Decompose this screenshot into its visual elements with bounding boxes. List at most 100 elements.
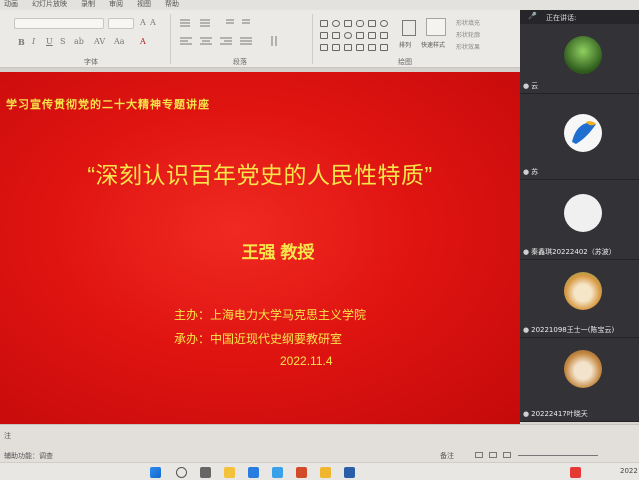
- task-view-icon[interactable]: [200, 467, 211, 478]
- underline-button[interactable]: U: [46, 37, 53, 46]
- action-shape-icon[interactable]: [356, 44, 364, 51]
- divider: [312, 14, 313, 64]
- slide-speaker: 王强 教授: [241, 243, 315, 262]
- sketch-avatar: [564, 194, 602, 232]
- taskbar: 2022: [0, 462, 639, 480]
- quick-styles-button[interactable]: 快速样式: [421, 40, 445, 49]
- participant-name: ● 20221098王士一(陈宝云): [523, 326, 615, 334]
- slide-canvas[interactable]: 学习宣传贯彻党的二十大精神专题讲座 “深刻认识百年党史的人民性特质” 王强 教授…: [0, 72, 520, 424]
- rounded-rect-shape-icon[interactable]: [356, 20, 364, 27]
- divider: [170, 14, 171, 64]
- participant-name: ● 秦鑫琪20222402（苏波）: [523, 248, 616, 256]
- clock-date[interactable]: 2022: [620, 467, 638, 475]
- tab-slideshow[interactable]: 幻灯片放映: [32, 0, 67, 10]
- mic-icon: ●: [523, 82, 530, 90]
- app-logo-icon: [572, 121, 596, 144]
- search-icon[interactable]: [176, 467, 187, 478]
- tab-help[interactable]: 帮助: [165, 0, 179, 10]
- meeting-app-icon[interactable]: [272, 467, 283, 478]
- notes-button[interactable]: 备注: [440, 451, 454, 461]
- shape-outline-button[interactable]: 形状轮廓: [456, 30, 480, 39]
- line-shape-icon[interactable]: [332, 32, 340, 39]
- input-method-icon[interactable]: [570, 467, 581, 478]
- start-icon[interactable]: [150, 467, 161, 478]
- brace-shape-icon[interactable]: [356, 32, 364, 39]
- char-spacing-button[interactable]: AV: [94, 37, 105, 46]
- mic-icon: 🎤: [528, 12, 537, 20]
- callout-shape-icon[interactable]: [320, 44, 328, 51]
- participant-tile[interactable]: ● 云: [520, 24, 639, 94]
- reading-view-icon[interactable]: [503, 452, 511, 458]
- triangle-shape-icon[interactable]: [368, 20, 376, 27]
- font-color-button[interactable]: A: [140, 37, 146, 46]
- slide-cohost-line: 承办：中国近现代史纲要教研室: [174, 332, 343, 346]
- participant-tile[interactable]: ● 20221098王士一(陈宝云): [520, 260, 639, 338]
- forest-avatar: [564, 36, 602, 74]
- quick-styles-icon[interactable]: [426, 18, 446, 36]
- star-shape-icon[interactable]: [368, 32, 376, 39]
- participant-name: ● 20222417叶晓天: [523, 410, 588, 418]
- font-group-label: 字体: [84, 58, 98, 66]
- flowchart-shape-icon[interactable]: [332, 44, 340, 51]
- italic-button[interactable]: I: [32, 37, 35, 46]
- tab-review[interactable]: 审阅: [109, 0, 123, 10]
- change-case-button[interactable]: Aa: [114, 37, 125, 46]
- bold-button[interactable]: B: [18, 37, 25, 47]
- edge-icon[interactable]: [248, 467, 259, 478]
- shadow-button[interactable]: S: [60, 37, 65, 46]
- misc-shape-icon[interactable]: [368, 44, 376, 51]
- dog2-avatar: [564, 350, 602, 388]
- meeting-participant-panel: 🎤 正在讲话: ● 云 ● 苏 ● 秦鑫琪20222402（苏波） ● 20221098…: [520, 10, 639, 422]
- participant-name: ● 云: [523, 82, 539, 90]
- arrange-button[interactable]: 排列: [399, 40, 411, 49]
- participant-tile[interactable]: ● 苏: [520, 94, 639, 180]
- tab-record[interactable]: 录制: [81, 0, 95, 10]
- accessibility-status[interactable]: 辅助功能：调查: [4, 451, 53, 461]
- slide-sorter-icon[interactable]: [489, 452, 497, 458]
- slide-date: 2022.11.4: [280, 354, 333, 368]
- shrink-font-icon[interactable]: A: [150, 18, 156, 27]
- shape-effects-button[interactable]: 形状效果: [456, 42, 480, 51]
- font-name-box[interactable]: [14, 18, 104, 29]
- mic-icon: ●: [523, 410, 530, 418]
- blue-logo-avatar: [564, 114, 602, 152]
- more-shape-icon[interactable]: [380, 44, 388, 51]
- bracket-shape-icon[interactable]: [380, 32, 388, 39]
- slide-title: “深刻认识百年党史的人民性特质”: [87, 162, 433, 188]
- normal-view-icon[interactable]: [475, 452, 483, 458]
- participant-name: ● 苏: [523, 168, 539, 176]
- ribbon-tabs: 动画 幻灯片放映 录制 审阅 视图 帮助: [0, 0, 639, 10]
- banner-shape-icon[interactable]: [344, 44, 352, 51]
- tab-animation[interactable]: 动画: [4, 0, 18, 10]
- slide-header-text: 学习宣传贯彻党的二十大精神专题讲座: [6, 98, 210, 111]
- mic-icon: ●: [523, 248, 530, 256]
- paragraph-icons[interactable]: [176, 18, 306, 54]
- mic-icon: ●: [523, 168, 530, 176]
- participant-tile[interactable]: ● 20222417叶晓天: [520, 338, 639, 422]
- arrow-shape-icon[interactable]: [320, 32, 328, 39]
- square-shape-icon[interactable]: [344, 20, 352, 27]
- circle-shape-icon[interactable]: [380, 20, 388, 27]
- slide-editor-area[interactable]: 学习宣传贯彻党的二十大精神专题讲座 “深刻认识百年党史的人民性特质” 王强 教授…: [0, 68, 520, 424]
- participant-tile[interactable]: ● 秦鑫琪20222402（苏波）: [520, 180, 639, 260]
- rectangle-shape-icon[interactable]: [320, 20, 328, 27]
- arrange-icon[interactable]: [402, 20, 416, 36]
- strikethrough-button[interactable]: ab: [74, 37, 84, 46]
- oval-shape-icon[interactable]: [332, 20, 340, 27]
- powerpoint-icon[interactable]: [296, 467, 307, 478]
- speaking-label: 正在讲话:: [546, 14, 577, 22]
- tab-view[interactable]: 视图: [137, 0, 151, 10]
- paragraph-group-label: 段落: [233, 58, 247, 66]
- curve-shape-icon[interactable]: [344, 32, 352, 39]
- drawing-group-label: 绘图: [398, 58, 412, 66]
- file-explorer-icon[interactable]: [224, 467, 235, 478]
- folder-icon[interactable]: [320, 467, 331, 478]
- word-icon[interactable]: [344, 467, 355, 478]
- slide-host-line: 主办：上海电力大学马克思主义学院: [174, 308, 367, 322]
- grow-font-icon[interactable]: A: [140, 18, 146, 27]
- status-bar: 注 辅助功能：调查 备注: [0, 424, 639, 462]
- font-size-box[interactable]: [108, 18, 134, 29]
- zoom-slider[interactable]: [518, 455, 598, 456]
- notes-pane-label[interactable]: 注: [4, 431, 11, 441]
- shape-fill-button[interactable]: 形状填充: [456, 18, 480, 27]
